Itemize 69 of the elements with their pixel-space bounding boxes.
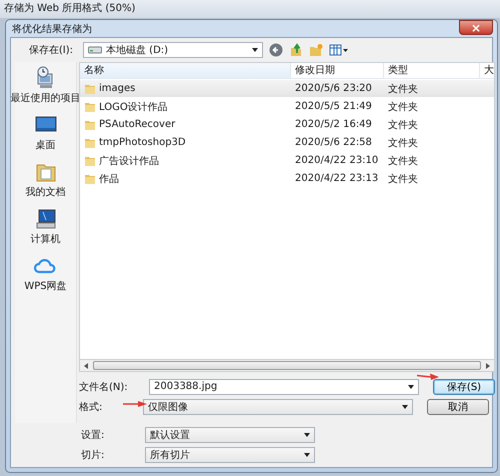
file-name: images: [99, 83, 136, 94]
filename-label: 文件名(N):: [79, 380, 128, 394]
folder-icon: [84, 136, 96, 148]
settings-label: 设置:: [81, 428, 106, 442]
type-cell-text: 文件夹: [388, 172, 418, 186]
date-cell: 2020/5/5 21:49: [295, 101, 372, 112]
filename-field[interactable]: 2003388.jpg: [149, 378, 419, 394]
type-cell-text: 文件夹: [388, 118, 418, 132]
arrow-annotation: [417, 372, 439, 380]
caret-icon: [252, 48, 258, 52]
save-button[interactable]: 保存(S): [433, 378, 495, 394]
format-dropdown[interactable]: 仅限图像: [143, 398, 413, 414]
scroll-right-icon[interactable]: [485, 362, 491, 368]
location-dropdown[interactable]: 本地磁盘 (D:): [83, 42, 263, 58]
caret-icon: [304, 432, 310, 436]
caret-icon: [304, 452, 310, 456]
file-row[interactable]: 广告设计作品 2020/4/22 23:10 文件夹: [80, 152, 494, 169]
window-title: 存储为 Web 所用格式 (50%): [0, 0, 500, 18]
caret-icon: [402, 404, 408, 408]
date-cell: 2020/4/22 23:13: [295, 173, 378, 184]
folder-icon: [84, 82, 96, 94]
cancel-button[interactable]: 取消: [427, 398, 489, 414]
file-row[interactable]: PSAutoRecover 2020/5/2 16:49 文件夹: [80, 116, 494, 133]
computer-icon: [34, 207, 58, 231]
file-row[interactable]: images 2020/5/6 23:20 文件夹: [80, 80, 494, 97]
type-cell-text: 文件夹: [388, 82, 418, 96]
date-cell: 2020/5/6 23:20: [295, 83, 372, 94]
folder-icon: [84, 154, 96, 166]
sidebar-item[interactable]: 我的文档: [26, 160, 66, 199]
sidebar-item[interactable]: 最近使用的项目: [10, 66, 80, 105]
caret-icon: [408, 384, 414, 388]
location-label: 保存在(I):: [28, 44, 73, 57]
column-header[interactable]: 名称: [80, 63, 291, 78]
column-header[interactable]: 类型: [384, 63, 480, 78]
type-cell-text: 文件夹: [388, 136, 418, 150]
scroll-left-icon[interactable]: [83, 362, 89, 368]
file-row[interactable]: LOGO设计作品 2020/5/5 21:49 文件夹: [80, 98, 494, 115]
back-icon[interactable]: [269, 43, 283, 57]
settings-dropdown[interactable]: 默认设置: [145, 426, 315, 442]
file-row[interactable]: tmpPhotoshop3D 2020/5/6 22:58 文件夹: [80, 134, 494, 151]
date-cell: 2020/5/6 22:58: [295, 137, 372, 148]
sidebar-item[interactable]: WPS网盘: [24, 254, 67, 293]
view-menu-icon[interactable]: [329, 43, 349, 57]
file-name: 作品: [99, 172, 119, 186]
close-button[interactable]: ×: [459, 20, 493, 35]
slices-dropdown[interactable]: 所有切片: [145, 446, 315, 462]
type-cell-text: 文件夹: [388, 154, 418, 168]
date-cell: 2020/5/2 16:49: [295, 119, 372, 130]
file-row[interactable]: 作品 2020/4/22 23:13 文件夹: [80, 170, 494, 187]
file-name: tmpPhotoshop3D: [99, 137, 186, 148]
type-cell-text: 文件夹: [388, 100, 418, 114]
file-name: PSAutoRecover: [99, 119, 176, 130]
drive-icon: [88, 46, 102, 54]
format-label: 格式:: [79, 400, 104, 414]
column-header[interactable]: 大: [480, 63, 494, 78]
slices-label: 切片:: [81, 448, 106, 462]
folder-icon: [84, 172, 96, 184]
column-header[interactable]: 修改日期: [291, 63, 384, 78]
folder-icon: [84, 100, 96, 112]
dialog-title: 将优化结果存储为: [11, 22, 92, 36]
date-cell: 2020/4/22 23:10: [295, 155, 378, 166]
sidebar-item[interactable]: 计算机: [30, 207, 60, 246]
sidebar-item[interactable]: 桌面: [34, 113, 58, 152]
file-name: 广告设计作品: [99, 154, 159, 168]
file-name: LOGO设计作品: [99, 100, 168, 114]
horizontal-scrollbar[interactable]: [79, 359, 495, 372]
up-folder-icon[interactable]: [289, 43, 303, 57]
arrow-annotation: [123, 401, 147, 407]
folder-icon: [84, 118, 96, 130]
